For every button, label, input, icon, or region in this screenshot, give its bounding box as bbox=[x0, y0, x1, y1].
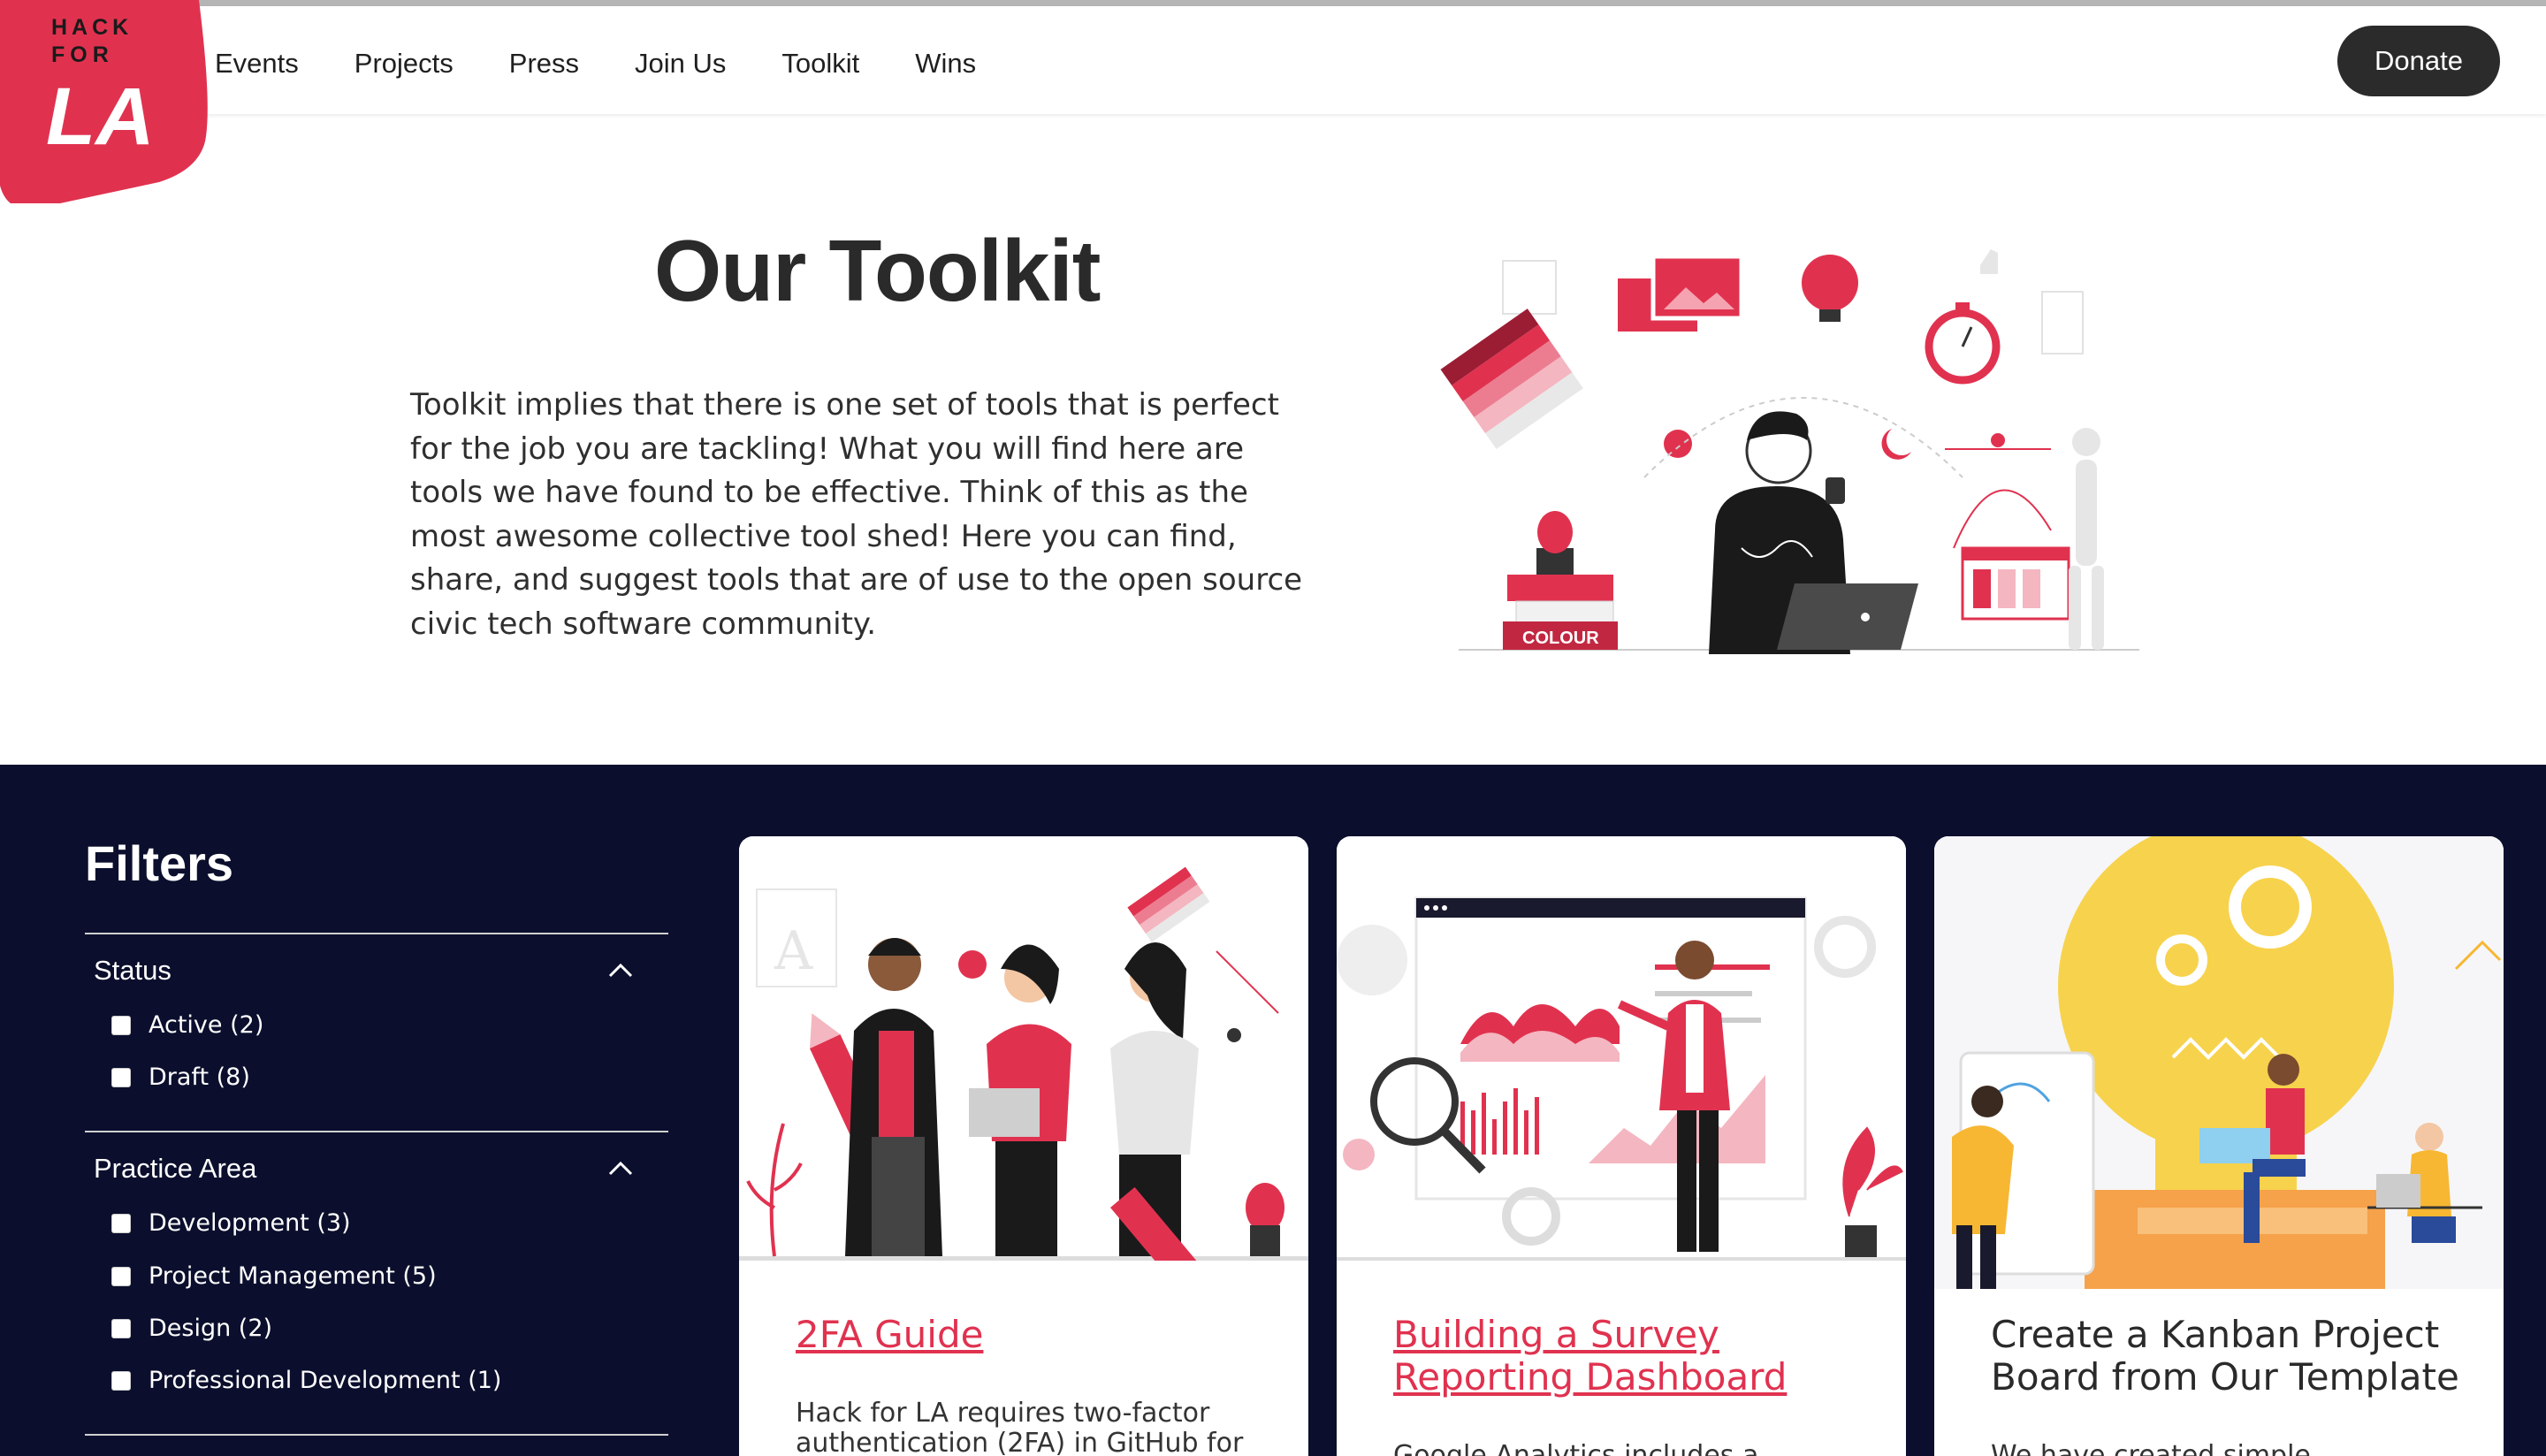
filter-option-label: Design (2) bbox=[149, 1315, 273, 1342]
card-title-2fa-guide[interactable]: 2FA Guide bbox=[796, 1314, 1273, 1356]
filter-option-draft[interactable]: Draft (8) bbox=[111, 1063, 250, 1091]
nav-join-us[interactable]: Join Us bbox=[635, 42, 726, 86]
hero-description: Toolkit implies that there is one set of… bbox=[410, 387, 1303, 642]
card-description: Google Analytics includes a number bbox=[1393, 1440, 1759, 1456]
card-illustration bbox=[1337, 836, 1906, 1261]
filter-option-label: Project Management (5) bbox=[149, 1262, 437, 1290]
card-title-kanban-board[interactable]: Create a Kanban Project Board from Our T… bbox=[1991, 1314, 2486, 1399]
colour-book-label: COLOUR bbox=[1522, 629, 1599, 648]
checkbox[interactable] bbox=[111, 1370, 131, 1391]
filter-option-professional-development[interactable]: Professional Development (1) bbox=[111, 1367, 501, 1394]
card-illustration bbox=[1934, 836, 2504, 1289]
filter-option-project-management[interactable]: Project Management (5) bbox=[111, 1262, 437, 1290]
nav-toolkit[interactable]: Toolkit bbox=[781, 42, 859, 86]
toolkit-card[interactable]: Building a Survey Reporting Dashboard Go… bbox=[1337, 836, 1906, 1456]
card-illustration: A bbox=[739, 836, 1308, 1323]
card-description: We have created simple templates bbox=[1991, 1440, 2311, 1456]
chevron-up-icon[interactable] bbox=[606, 1155, 635, 1183]
filter-divider bbox=[85, 933, 668, 934]
svg-text:A: A bbox=[774, 920, 813, 982]
toolkit-card[interactable]: Create a Kanban Project Board from Our T… bbox=[1934, 836, 2504, 1456]
filter-group-status[interactable]: Status bbox=[94, 955, 172, 987]
main-nav: Events Projects Press Join Us Toolkit Wi… bbox=[215, 42, 1032, 86]
filter-option-design[interactable]: Design (2) bbox=[111, 1315, 272, 1342]
logo-text-hack: HACK bbox=[51, 15, 133, 40]
filter-option-label: Active (2) bbox=[149, 1011, 264, 1039]
checkbox[interactable] bbox=[111, 1318, 131, 1338]
nav-press[interactable]: Press bbox=[509, 42, 579, 86]
checkbox[interactable] bbox=[111, 1067, 131, 1087]
filter-divider bbox=[85, 1434, 668, 1436]
checkbox[interactable] bbox=[111, 1266, 131, 1286]
donate-button[interactable]: Donate bbox=[2337, 26, 2500, 96]
chevron-up-icon[interactable] bbox=[606, 957, 635, 985]
nav-events[interactable]: Events bbox=[215, 42, 299, 86]
checkbox[interactable] bbox=[111, 1015, 131, 1035]
top-border bbox=[0, 0, 2546, 6]
hack-for-la-logo[interactable]: HACK FOR LA bbox=[0, 0, 212, 210]
filter-option-active[interactable]: Active (2) bbox=[111, 1011, 263, 1039]
filter-option-development[interactable]: Development (3) bbox=[111, 1209, 351, 1237]
card-title-survey-dashboard[interactable]: Building a Survey Reporting Dashboard bbox=[1393, 1314, 1871, 1399]
site-header: Events Projects Press Join Us Toolkit Wi… bbox=[0, 6, 2546, 114]
toolkit-card[interactable]: A 2FA Guide Hack for LA requires two-fac… bbox=[739, 836, 1308, 1456]
nav-projects[interactable]: Projects bbox=[354, 42, 454, 86]
filter-divider bbox=[85, 1131, 668, 1132]
filter-option-label: Draft (8) bbox=[149, 1063, 250, 1091]
page-title: Our Toolkit bbox=[654, 222, 1101, 319]
filter-option-label: Professional Development (1) bbox=[149, 1367, 502, 1394]
filters-title: Filters bbox=[85, 835, 234, 891]
nav-wins[interactable]: Wins bbox=[915, 42, 976, 86]
toolkit-illustration: COLOUR bbox=[1432, 212, 2157, 672]
filter-option-label: Development (3) bbox=[149, 1209, 351, 1237]
checkbox[interactable] bbox=[111, 1213, 131, 1233]
card-description: Hack for LA requires two-factor authenti… bbox=[796, 1398, 1244, 1456]
logo-text-for: FOR bbox=[51, 42, 114, 67]
filter-group-practice-area[interactable]: Practice Area bbox=[94, 1153, 256, 1185]
logo-text-la: LA bbox=[46, 72, 155, 162]
